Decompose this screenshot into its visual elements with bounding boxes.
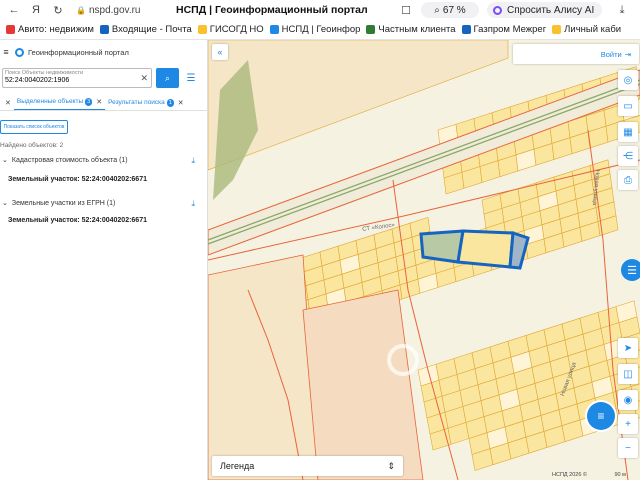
alice-icon — [493, 5, 502, 15]
basemap-icon[interactable]: ◉ — [618, 390, 638, 410]
layers-icon[interactable]: ◫ — [618, 364, 638, 384]
side-panel: ≡ Геоинформационный портал Поиск Объекты… — [0, 40, 208, 480]
bookmark-icon[interactable]: ☐ — [397, 2, 415, 18]
bookmark-item[interactable]: ГИСОГД НО — [197, 24, 264, 35]
back-icon[interactable]: ← — [6, 2, 22, 18]
tab-selected-objects[interactable]: Выделенные объекты 3 ✕ — [13, 95, 106, 110]
bookmark-favicon-icon — [366, 25, 376, 34]
bookmark-item[interactable]: НСПД | Геоинфор — [269, 24, 360, 35]
share-icon[interactable]: ⋲ — [618, 146, 638, 166]
bookmark-item[interactable]: Личный каби — [552, 24, 621, 35]
login-label: Войти — [600, 49, 622, 59]
login-icon: ⇥ — [624, 49, 631, 59]
lock-icon: 🔒 — [76, 5, 86, 15]
legend-label: Легенда — [220, 461, 255, 471]
alice-label: Спросить Алису AI — [507, 4, 595, 16]
search-icon: ⌕ — [164, 72, 171, 83]
bookmark-item[interactable]: Частным клиента — [366, 24, 456, 35]
search-button[interactable]: ⌕ — [156, 68, 179, 88]
filter-icon[interactable]: ☰ — [184, 71, 198, 85]
zoom-value: 67 % — [442, 4, 466, 16]
tab-label: Результаты поиска — [108, 99, 165, 106]
grid-icon[interactable]: ▦ — [618, 122, 638, 142]
zoom-out-icon[interactable]: − — [618, 438, 638, 458]
bookmark-item[interactable]: Газпром Межрег — [461, 24, 546, 35]
keyboard-icon[interactable]: ▭ — [618, 96, 638, 116]
reload-icon[interactable]: ↻ — [50, 2, 66, 18]
map-view[interactable]: СТ «Колос» Новая улица Новая улица « Вой… — [208, 40, 640, 480]
bookmark-favicon-icon — [552, 25, 562, 34]
search-placeholder: Поиск Объекты недвижимости — [5, 70, 84, 76]
bookmark-item[interactable]: Входящие - Почта — [99, 24, 192, 35]
collapse-panel-button[interactable]: « — [212, 44, 228, 60]
close-icon[interactable]: ✕ — [178, 99, 184, 107]
double-chevron-left-icon: « — [217, 47, 223, 57]
bookmark-favicon-icon — [269, 25, 279, 34]
tab-badge: 3 — [85, 97, 93, 106]
download-icon[interactable]: ⤓ — [614, 2, 630, 18]
copyright-text: НСПД 2026 © — [552, 472, 587, 478]
bookmark-favicon-icon — [6, 25, 15, 34]
chat-icon[interactable]: ≡ — [587, 402, 615, 430]
scale-bar: НСПД 2026 © 90 м — [552, 472, 626, 478]
found-count: Найдено объектов: 2 — [0, 142, 64, 149]
search-input[interactable] — [5, 77, 135, 84]
tab-badge: 1 — [166, 98, 174, 107]
legend-dropdown[interactable]: Легенда ⇕ — [212, 456, 403, 476]
portal-logo-icon — [15, 47, 24, 57]
bookmark-favicon-icon — [99, 25, 109, 34]
search-zoom-icon: ⌕ — [434, 4, 440, 16]
menu-icon[interactable]: ≡ — [0, 47, 12, 57]
zoom-in-icon[interactable]: + — [618, 414, 638, 434]
bookmarks-bar: Авито: недвижим Входящие - Почта ГИСОГД … — [0, 20, 640, 40]
navigate-icon[interactable]: ➤ — [618, 338, 638, 358]
scale-unit: 90 м — [614, 472, 626, 478]
group-header-egrn-parcels[interactable]: ⌄ Земельные участки из ЕГРН (1) — [2, 199, 115, 208]
show-list-button[interactable]: Показать список объектов — [0, 120, 68, 134]
page-title: НСПД | Геоинформационный портал — [176, 4, 368, 16]
search-field[interactable]: Поиск Объекты недвижимости ✕ — [2, 68, 152, 88]
yandex-icon[interactable]: Я — [28, 2, 44, 18]
bookmark-item[interactable]: Авито: недвижим — [6, 24, 94, 35]
close-icon[interactable]: ✕ — [96, 98, 102, 106]
group-header-cadastral-value[interactable]: ⌄ Кадастровая стоимость объекта (1) — [2, 156, 128, 165]
chevron-down-icon: ⌄ — [2, 200, 8, 207]
tab-close-previous[interactable]: ✕ — [0, 95, 14, 110]
close-icon[interactable]: ✕ — [5, 99, 11, 107]
address-bar[interactable]: 🔒 nspd.gov.ru — [76, 5, 168, 16]
tabs-bar: ✕ Выделенные объекты 3 ✕ Результаты поис… — [0, 95, 208, 111]
location-icon[interactable]: ◎ — [618, 70, 638, 90]
browser-top-bar: ← Я ↻ 🔒 nspd.gov.ru НСПД | Геоинформацио… — [0, 0, 640, 20]
download-icon[interactable]: ⤓ — [191, 156, 195, 166]
clear-icon[interactable]: ✕ — [140, 73, 148, 84]
print-icon[interactable]: ⎙ — [618, 170, 638, 190]
zoom-indicator[interactable]: ⌕ 67 % — [421, 2, 479, 18]
bookmark-favicon-icon — [197, 25, 207, 34]
login-button[interactable]: Войти ⇥ — [513, 44, 639, 64]
alice-button[interactable]: Спросить Алису AI — [487, 2, 602, 18]
tab-search-results[interactable]: Результаты поиска 1 ✕ — [105, 95, 187, 110]
list-item[interactable]: Земельный участок: 52:24:0040202:6671 — [8, 217, 147, 224]
panel-title: Геоинформационный портал — [28, 47, 129, 57]
download-icon[interactable]: ⤓ — [191, 199, 195, 209]
list-item[interactable]: Земельный участок: 52:24:0040202:6671 — [8, 176, 147, 183]
bookmark-favicon-icon — [461, 25, 471, 34]
url-text: nspd.gov.ru — [88, 4, 141, 16]
chevron-updown-icon: ⇕ — [387, 460, 395, 471]
panel-header: ≡ Геоинформационный портал — [0, 44, 129, 60]
tab-label: Выделенные объекты — [16, 98, 84, 105]
chat-side-icon[interactable]: ☰ — [621, 259, 640, 281]
chevron-down-icon: ⌄ — [2, 157, 8, 164]
cadastral-map — [208, 40, 640, 480]
